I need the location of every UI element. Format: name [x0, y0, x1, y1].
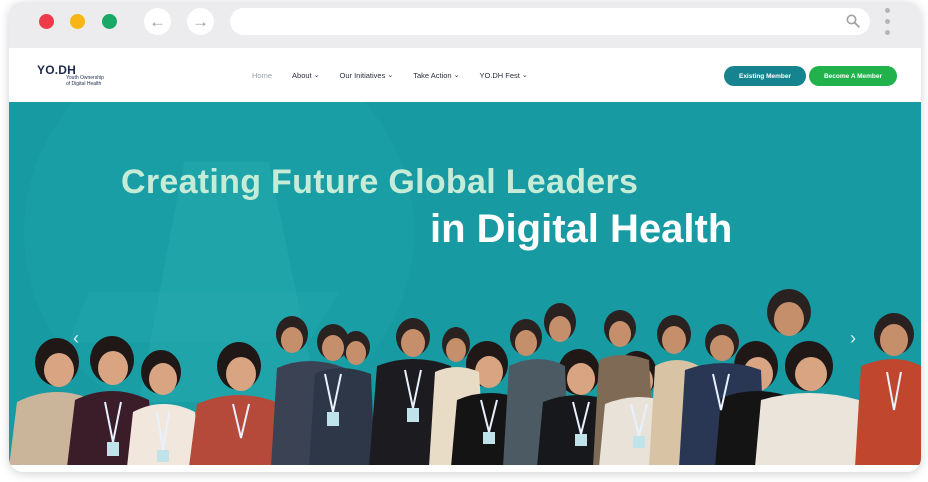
nav-take-action[interactable]: Take Action ⌄: [413, 71, 459, 80]
nav-our-initiatives[interactable]: Our Initiatives ⌄: [340, 71, 394, 80]
existing-member-button[interactable]: Existing Member: [724, 66, 806, 86]
nav-initiatives-label: Our Initiatives: [339, 71, 386, 80]
chevron-down-icon: ⌄: [387, 71, 394, 79]
arrow-right-icon: →: [192, 12, 209, 31]
nav-home[interactable]: Home: [252, 71, 272, 80]
nav-home-label: Home: [252, 71, 273, 80]
hero-banner: Creating Future Global Leaders in Digita…: [9, 102, 921, 465]
site-header: YO.DH Youth Ownership of Digital Health …: [9, 48, 921, 102]
become-a-member-button[interactable]: Become A Member: [809, 66, 897, 86]
forward-button[interactable]: →: [187, 8, 214, 35]
maximize-window-dot[interactable]: [102, 14, 117, 29]
site-logo[interactable]: YO.DH Youth Ownership of Digital Health: [37, 63, 104, 87]
address-bar[interactable]: [230, 8, 870, 35]
logo-tagline-2: of Digital Health: [66, 81, 102, 87]
chevron-right-icon[interactable]: ›: [850, 329, 856, 347]
minimize-window-dot[interactable]: [70, 14, 85, 29]
photo-bodies: [9, 355, 921, 465]
close-window-dot[interactable]: [39, 14, 54, 29]
chevron-down-icon: ⌄: [453, 71, 460, 79]
nav-fest-label: YO.DH Fest: [479, 71, 520, 80]
hero-headline-line1: Creating Future Global Leaders: [121, 163, 639, 201]
kebab-menu-icon[interactable]: [885, 8, 891, 38]
nav-about-label: About: [292, 71, 312, 80]
nav-about[interactable]: About ⌄: [292, 71, 319, 80]
back-button[interactable]: ←: [144, 8, 171, 35]
arrow-left-icon: ←: [149, 12, 166, 31]
chevron-left-icon[interactable]: ‹: [73, 329, 79, 347]
group-photo: [9, 289, 921, 465]
search-icon[interactable]: [846, 14, 860, 28]
main-nav: Home About ⌄ Our Initiatives ⌄ Take Action…: [252, 71, 528, 80]
browser-window: ← → YO.DH Youth Ownership of Digital Hea…: [9, 2, 921, 472]
hero-headline-line2: in Digital Health: [430, 207, 733, 251]
nav-take-action-label: Take Action: [413, 71, 452, 80]
browser-chrome: ← →: [9, 2, 921, 48]
nav-yodh-fest[interactable]: YO.DH Fest ⌄: [479, 71, 527, 80]
chevron-down-icon: ⌄: [313, 71, 320, 79]
chevron-down-icon: ⌄: [521, 71, 528, 79]
